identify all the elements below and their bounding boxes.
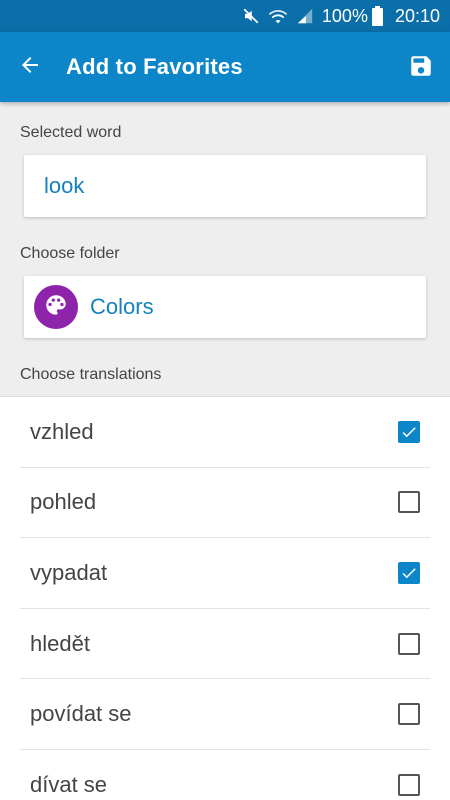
translations-list: vzhled pohled vypadat hledět povídat se …: [0, 396, 450, 800]
back-button[interactable]: [0, 32, 60, 102]
translation-checkbox[interactable]: [398, 420, 420, 443]
folder-avatar: [34, 285, 78, 329]
translation-row[interactable]: vypadat: [20, 538, 430, 609]
signal-icon: [296, 7, 314, 25]
selected-word-label: Selected word: [20, 124, 122, 141]
clock-time: 20:10: [394, 5, 440, 26]
translation-checkbox[interactable]: [398, 703, 420, 726]
page-title: Add to Favorites: [66, 54, 243, 79]
translation-checkbox[interactable]: [398, 632, 420, 655]
translation-text: vzhled: [30, 418, 94, 444]
translation-checkbox[interactable]: [398, 491, 420, 514]
translation-text: pohled: [30, 489, 97, 515]
translation-row[interactable]: povídat se: [20, 679, 430, 750]
translation-text: dívat se: [30, 772, 108, 798]
selected-word-card: [24, 155, 426, 217]
status-bar: 100% 20:10: [0, 0, 450, 32]
battery-icon: [371, 6, 383, 26]
arrow-back-icon: [18, 53, 42, 82]
save-icon: [408, 53, 434, 84]
battery-percentage: 100%: [321, 5, 368, 26]
wifi-icon: [268, 7, 288, 25]
mute-icon: [242, 7, 260, 25]
palette-icon: [43, 292, 69, 323]
save-button[interactable]: [406, 53, 436, 83]
folder-name: Colors: [90, 294, 154, 319]
translation-text: hledět: [30, 630, 90, 656]
translation-row[interactable]: hledět: [20, 609, 430, 680]
app-bar: Add to Favorites: [0, 32, 450, 102]
translation-text: povídat se: [30, 701, 132, 727]
translation-text: vypadat: [30, 559, 108, 585]
translation-checkbox[interactable]: [398, 774, 420, 797]
choose-translations-label: Choose translations: [20, 366, 162, 383]
choose-folder-label: Choose folder: [20, 245, 120, 262]
folder-selector[interactable]: Colors: [24, 276, 426, 338]
translation-checkbox[interactable]: [398, 561, 420, 584]
selected-word-input[interactable]: [44, 173, 404, 199]
translation-row[interactable]: vzhled: [20, 397, 430, 468]
translation-row[interactable]: pohled: [20, 468, 430, 539]
translation-row[interactable]: dívat se: [20, 750, 430, 800]
